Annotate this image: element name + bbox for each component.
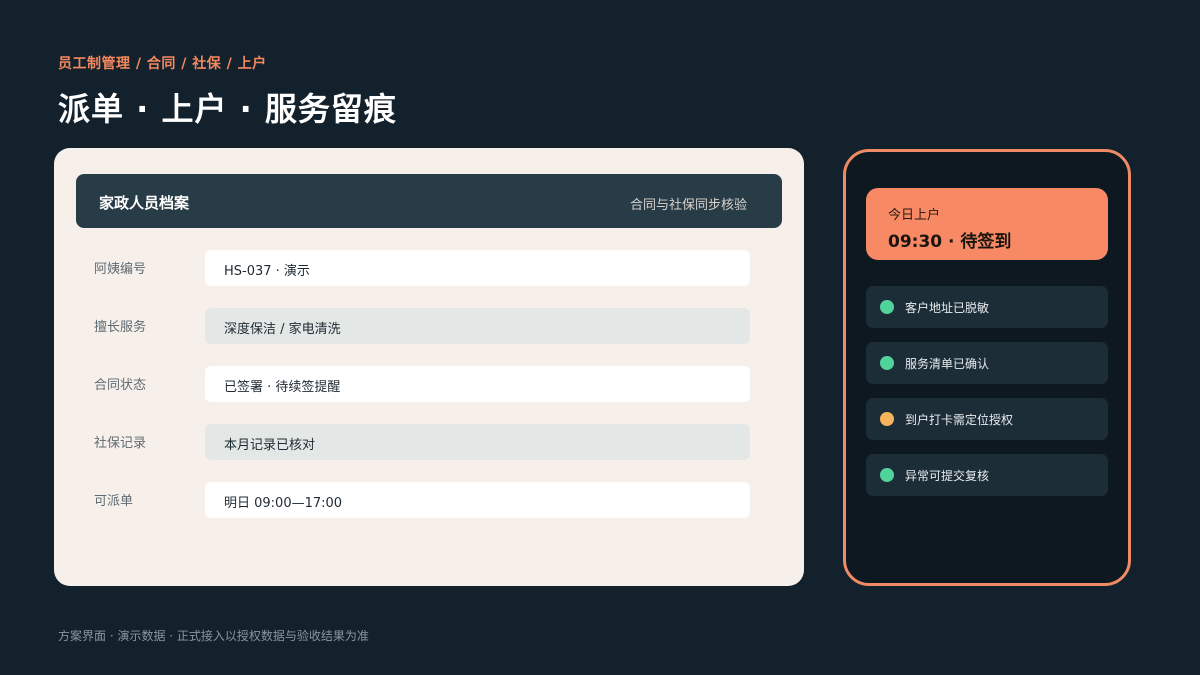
checkin-time: 09:30 · 待签到: [888, 232, 1012, 252]
page: 员工制管理 / 合同 / 社保 / 上户 派单 · 上户 · 服务留痕 家政人员…: [0, 0, 1200, 675]
services-field[interactable]: 深度保洁 / 家电清洗: [205, 308, 750, 344]
footer-note: 方案界面 · 演示数据 · 正式接入以授权数据与验收结果为准: [58, 629, 369, 643]
profile-card-title: 家政人员档案: [99, 194, 190, 212]
status-text: 到户打卡需定位授权: [905, 413, 1014, 427]
status-text: 异常可提交复核: [905, 469, 990, 483]
page-title: 派单 · 上户 · 服务留痕: [58, 90, 397, 128]
status-item-service-list[interactable]: 服务清单已确认: [866, 342, 1108, 384]
field-label: 可派单: [94, 494, 134, 509]
profile-card-subtitle: 合同与社保同步核验: [629, 198, 747, 213]
field-row-social-insurance: 社保记录 本月记录已核对: [54, 424, 804, 460]
checkin-card[interactable]: 今日上户 09:30 · 待签到: [866, 188, 1108, 260]
field-label: 阿姨编号: [94, 262, 147, 277]
checkin-label: 今日上户: [888, 208, 941, 223]
social-insurance-field[interactable]: 本月记录已核对: [205, 424, 750, 460]
status-text: 客户地址已脱敏: [905, 301, 990, 315]
profile-card: 家政人员档案 合同与社保同步核验 阿姨编号 HS-037 · 演示 擅长服务 深…: [54, 148, 804, 586]
field-row-dispatch-availability: 可派单 明日 09:00—17:00: [54, 482, 804, 518]
field-row-services: 擅长服务 深度保洁 / 家电清洗: [54, 308, 804, 344]
status-dot-icon: [880, 300, 894, 314]
status-item-address[interactable]: 客户地址已脱敏: [866, 286, 1108, 328]
status-text: 服务清单已确认: [905, 357, 990, 371]
status-item-location-auth[interactable]: 到户打卡需定位授权: [866, 398, 1108, 440]
field-label: 合同状态: [94, 378, 147, 393]
contract-status-field[interactable]: 已签署 · 待续签提醒: [205, 366, 750, 402]
field-label: 社保记录: [94, 436, 147, 451]
profile-card-header: 家政人员档案 合同与社保同步核验: [76, 174, 782, 228]
worker-id-field[interactable]: HS-037 · 演示: [205, 250, 750, 286]
status-dot-icon: [880, 356, 894, 370]
status-item-exception-review[interactable]: 异常可提交复核: [866, 454, 1108, 496]
field-row-worker-id: 阿姨编号 HS-037 · 演示: [54, 250, 804, 286]
phone-mockup: 今日上户 09:30 · 待签到 客户地址已脱敏 服务清单已确认 到户打卡需定位…: [843, 149, 1131, 586]
status-dot-icon: [880, 412, 894, 426]
field-row-contract-status: 合同状态 已签署 · 待续签提醒: [54, 366, 804, 402]
status-dot-icon: [880, 468, 894, 482]
dispatch-availability-field[interactable]: 明日 09:00—17:00: [205, 482, 750, 518]
breadcrumb: 员工制管理 / 合同 / 社保 / 上户: [58, 56, 267, 72]
field-label: 擅长服务: [94, 320, 147, 335]
